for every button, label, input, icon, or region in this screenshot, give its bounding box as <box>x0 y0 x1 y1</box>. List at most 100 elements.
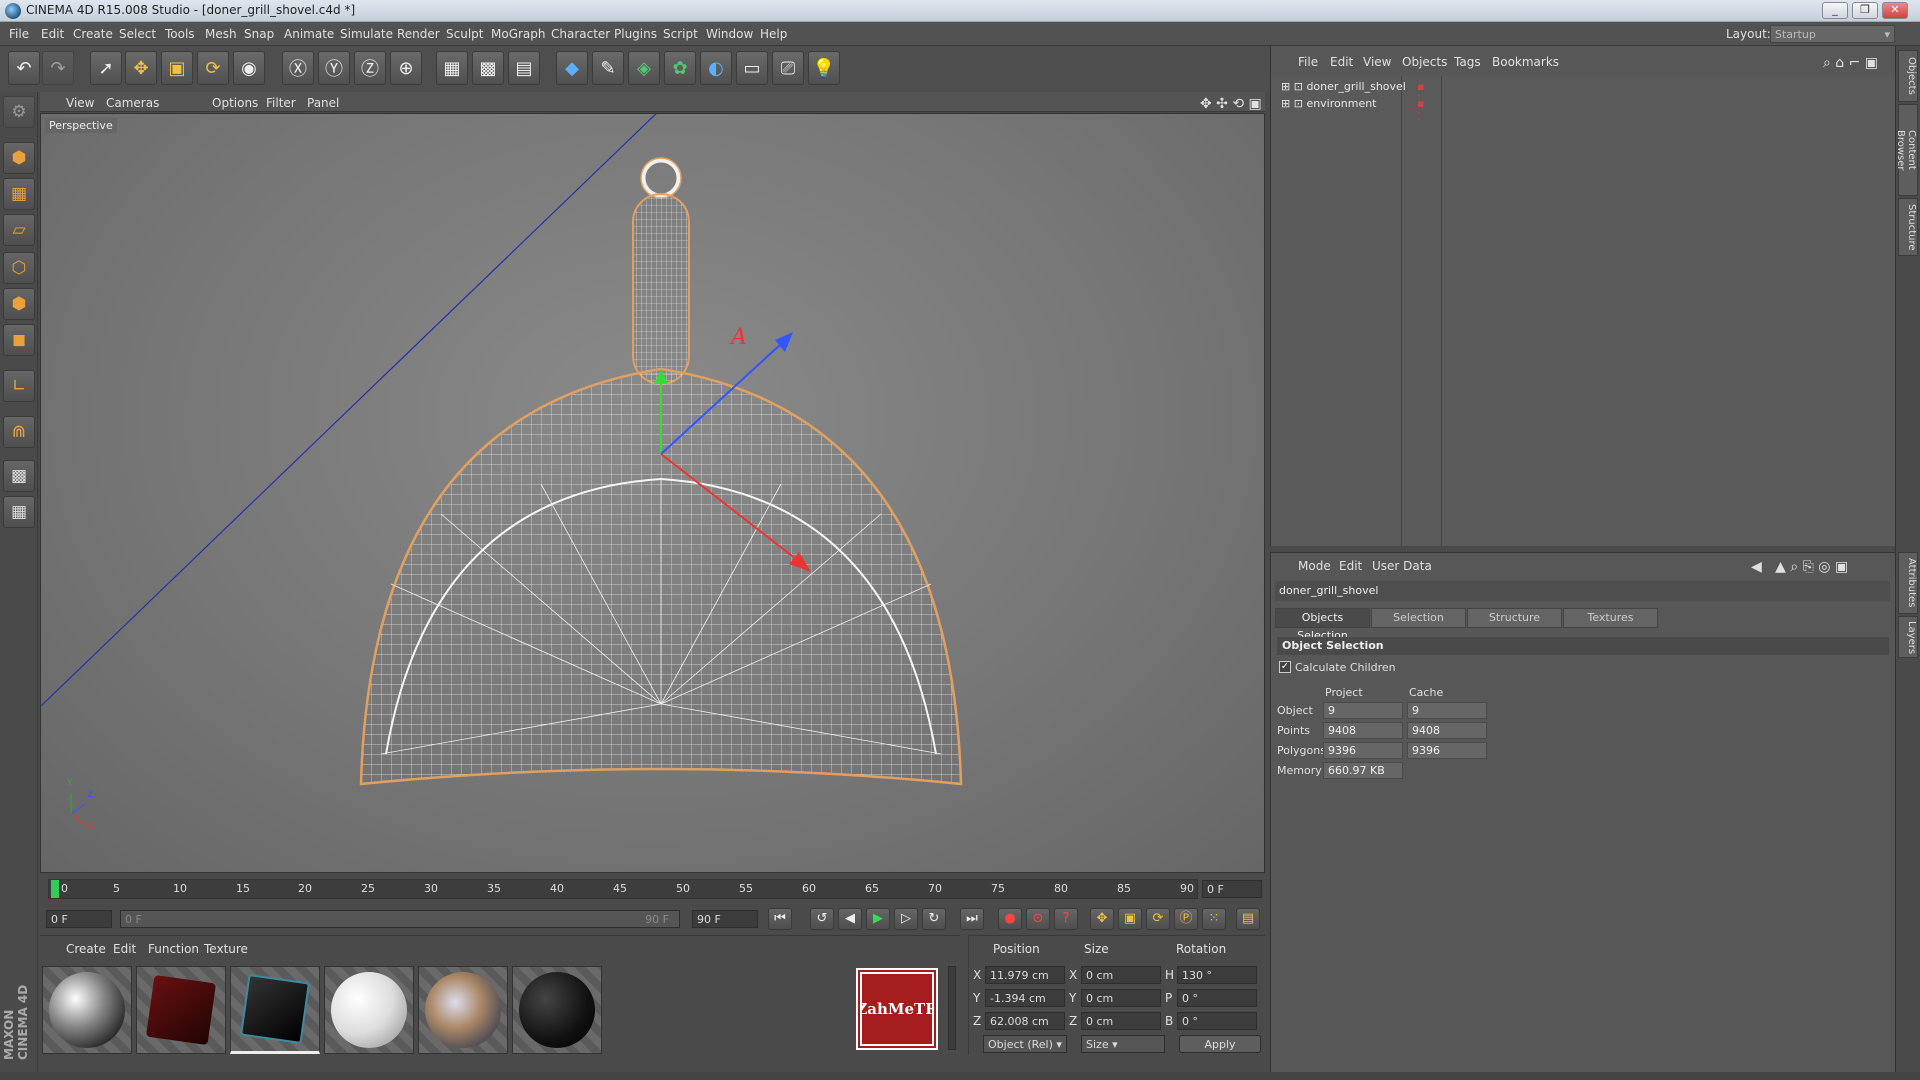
light-bulb-icon[interactable]: 💡 <box>808 51 840 85</box>
position-z-field[interactable]: 62.008 cm <box>985 1012 1065 1030</box>
tab-attributes-vertical[interactable]: Attributes <box>1898 552 1918 614</box>
menu-simulate[interactable]: Simulate <box>340 27 393 41</box>
z-axis-lock-icon[interactable]: Ⓩ <box>354 51 386 85</box>
timeline-ruler[interactable]: 0 5 10 15 20 25 30 35 40 45 50 55 60 65 … <box>48 879 1198 899</box>
viewport-menu-filter[interactable]: Filter <box>266 96 296 110</box>
start-frame-field[interactable]: 0 F <box>46 910 112 928</box>
menu-mograph[interactable]: MoGraph <box>491 27 546 41</box>
spline-pen-icon[interactable]: ✎ <box>592 51 624 85</box>
layout-select[interactable]: Startup ▾ <box>1770 25 1895 43</box>
menu-file[interactable]: File <box>9 27 29 41</box>
menu-create[interactable]: Create <box>73 27 113 41</box>
axis-mode-icon[interactable]: ∟ <box>3 370 35 402</box>
apply-button[interactable]: Apply <box>1179 1035 1261 1053</box>
undo-icon[interactable]: ↶ <box>8 51 40 85</box>
size-x-field[interactable]: 0 cm <box>1081 966 1161 984</box>
minimize-button[interactable]: _ <box>1822 2 1848 19</box>
visibility-dots-icon[interactable]: ▪ ⁚ <box>1417 97 1424 123</box>
viewport-menu-options[interactable]: Options <box>212 96 258 110</box>
objmgr-menu-objects[interactable]: Objects <box>1402 55 1447 69</box>
render-settings-icon[interactable]: ▤ <box>508 51 540 85</box>
material-environment-hdri[interactable] <box>418 966 508 1054</box>
calculate-children-checkbox[interactable]: ✓ <box>1279 661 1291 673</box>
rotation-b-field[interactable]: 0 ° <box>1177 1012 1257 1030</box>
tab-objects-vertical[interactable]: Objects <box>1898 50 1918 102</box>
scale-tool-icon[interactable]: ▣ <box>161 51 193 85</box>
key-rotation-icon[interactable]: ⟳ <box>1146 908 1170 930</box>
size-y-field[interactable]: 0 cm <box>1081 989 1161 1007</box>
menu-window[interactable]: Window <box>706 27 753 41</box>
make-editable-icon[interactable]: ⚙ <box>3 96 35 128</box>
redo-icon[interactable]: ↷ <box>42 51 74 85</box>
material-chrome[interactable] <box>42 966 132 1054</box>
close-button[interactable]: ✕ <box>1882 2 1908 19</box>
objmgr-menu-edit[interactable]: Edit <box>1330 55 1353 69</box>
menu-edit[interactable]: Edit <box>41 27 64 41</box>
attr-menu-mode[interactable]: Mode <box>1298 559 1331 573</box>
playhead[interactable] <box>51 880 59 898</box>
rotate-tool-icon[interactable]: ⟳ <box>197 51 229 85</box>
size-z-field[interactable]: 0 cm <box>1081 1012 1161 1030</box>
objmgr-menu-bookmarks[interactable]: Bookmarks <box>1492 55 1559 69</box>
tab-layers-vertical[interactable]: Layers <box>1898 616 1918 658</box>
menu-script[interactable]: Script <box>663 27 698 41</box>
attr-navigation-icons[interactable]: ◀ ▲ ⌕ ⎘ ◎ ▣ <box>1751 559 1848 575</box>
size-mode-select[interactable]: Size ▾ <box>1081 1035 1165 1053</box>
tab-structure-vertical[interactable]: Structure <box>1898 198 1918 256</box>
coordinate-mode-select[interactable]: Object (Rel) ▾ <box>983 1035 1067 1053</box>
model-mode-icon[interactable]: ⬢ <box>3 142 35 174</box>
objmgr-menu-file[interactable]: File <box>1298 55 1318 69</box>
next-frame-icon[interactable]: ▷ <box>894 908 918 930</box>
camera-icon[interactable]: ⎚ <box>772 51 804 85</box>
menu-mesh[interactable]: Mesh <box>205 27 237 41</box>
material-black-matte[interactable] <box>512 966 602 1054</box>
render-picture-viewer-icon[interactable]: ▩ <box>472 51 504 85</box>
go-to-start-icon[interactable]: ⏮ <box>768 908 792 930</box>
menu-select[interactable]: Select <box>119 27 156 41</box>
key-position-icon[interactable]: ✥ <box>1090 908 1114 930</box>
tab-textures[interactable]: Textures <box>1563 608 1658 628</box>
tab-selection[interactable]: Selection <box>1371 608 1466 628</box>
go-to-end-icon[interactable]: ⏭ <box>960 908 984 930</box>
array-generator-icon[interactable]: ✿ <box>664 51 696 85</box>
texture-mode-icon[interactable]: ▦ <box>3 178 35 210</box>
material-black-cube[interactable] <box>230 966 320 1054</box>
key-pla-icon[interactable]: ⁙ <box>1202 908 1226 930</box>
key-parameter-icon[interactable]: Ⓟ <box>1174 908 1198 930</box>
object-row[interactable]: ⊞ ⊡ environment ▪ ⁚ <box>1281 97 1424 123</box>
floor-icon[interactable]: ▭ <box>736 51 768 85</box>
material-menu-create[interactable]: Create <box>66 942 106 956</box>
position-y-field[interactable]: -1.394 cm <box>985 989 1065 1007</box>
maximize-button[interactable]: ❐ <box>1852 2 1878 19</box>
tab-objects-selection[interactable]: Objects Selection <box>1275 608 1370 642</box>
end-frame-field[interactable]: 90 F <box>692 910 758 928</box>
move-tool-icon[interactable]: ✥ <box>125 51 157 85</box>
3d-viewport[interactable]: Perspective A Y Z X <box>40 113 1265 873</box>
objmgr-menu-tags[interactable]: Tags <box>1454 55 1481 69</box>
material-white-diffuse[interactable] <box>324 966 414 1054</box>
material-menu-edit[interactable]: Edit <box>113 942 136 956</box>
material-scrollbar[interactable] <box>948 966 956 1050</box>
viewport-menu-panel[interactable]: Panel <box>307 96 339 110</box>
expand-icon[interactable]: ⊞ <box>1281 80 1290 93</box>
material-menu-texture[interactable]: Texture <box>204 942 248 956</box>
attr-menu-edit[interactable]: Edit <box>1339 559 1362 573</box>
next-key-icon[interactable]: ↻ <box>922 908 946 930</box>
preview-range-slider[interactable]: 0 F 90 F <box>120 910 680 928</box>
key-scale-icon[interactable]: ▣ <box>1118 908 1142 930</box>
workplane-mode-icon[interactable]: ▱ <box>3 214 35 246</box>
object-row[interactable]: ⊞ ⊡ doner_grill_shovel ▪ ⁚ <box>1281 80 1424 106</box>
autokeying-icon[interactable]: ⊙ <box>1026 908 1050 930</box>
polygons-mode-icon[interactable]: ◼ <box>3 324 35 356</box>
menu-plugins[interactable]: Plugins <box>614 27 657 41</box>
rotation-p-field[interactable]: 0 ° <box>1177 989 1257 1007</box>
expand-icon[interactable]: ⊞ <box>1281 97 1290 110</box>
tab-structure[interactable]: Structure <box>1467 608 1562 628</box>
select-arrow-icon[interactable]: ➚ <box>90 51 122 85</box>
viewport-menu-view[interactable]: View <box>66 96 94 110</box>
workplane-lock-icon[interactable]: ▩ <box>3 460 35 492</box>
objmgr-menu-view[interactable]: View <box>1363 55 1391 69</box>
menu-sculpt[interactable]: Sculpt <box>446 27 483 41</box>
coordinate-system-icon[interactable]: ⊕ <box>390 51 422 85</box>
menu-animate[interactable]: Animate <box>284 27 334 41</box>
